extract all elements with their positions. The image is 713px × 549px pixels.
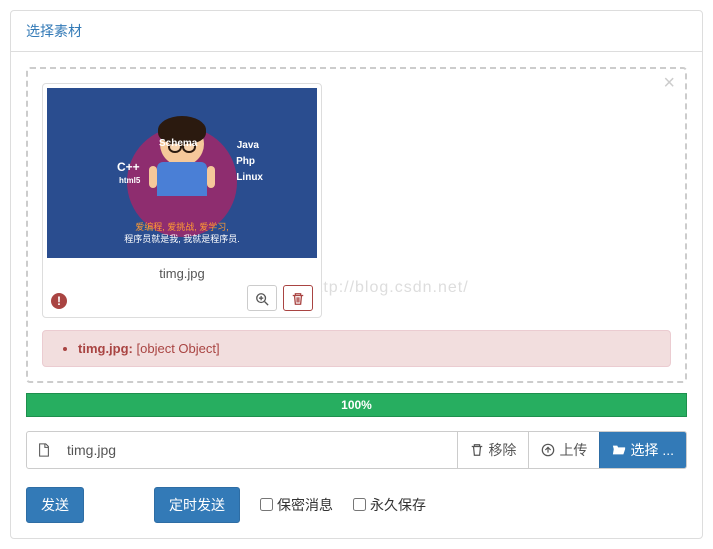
delete-button[interactable] xyxy=(283,285,313,311)
panel-title: 选择素材 xyxy=(11,11,702,52)
img-label: Linux xyxy=(236,172,263,183)
thumbnail-card: Schema Java C++ Php html5 Linux 爱编程, 爱挑战… xyxy=(42,83,322,318)
remove-button[interactable]: 移除 xyxy=(457,432,528,468)
upload-button[interactable]: 上传 xyxy=(528,432,599,468)
upload-dropzone[interactable]: × http://blog.csdn.net/ Schema Java C++ … xyxy=(26,67,687,383)
img-label: Java xyxy=(237,140,259,151)
material-panel: 选择素材 × http://blog.csdn.net/ Schema Java… xyxy=(10,10,703,539)
choose-label: 选择 ... xyxy=(630,440,674,460)
filename-input-group: 移除 上传 选择 ... xyxy=(26,431,687,469)
thumbnail-filename: timg.jpg xyxy=(47,258,317,285)
zoom-in-icon xyxy=(255,292,269,306)
trash-icon xyxy=(470,443,484,457)
upload-label: 上传 xyxy=(559,440,587,460)
send-button[interactable]: 发送 xyxy=(26,487,84,523)
panel-body: × http://blog.csdn.net/ Schema Java C++ … xyxy=(11,52,702,538)
filename-input[interactable] xyxy=(61,432,457,468)
schedule-send-button[interactable]: 定时发送 xyxy=(154,487,240,523)
trash-icon xyxy=(291,292,305,306)
warning-icon: ! xyxy=(51,293,67,309)
file-icon xyxy=(27,432,61,468)
forever-checkbox[interactable] xyxy=(353,498,366,511)
bottom-controls: 发送 定时发送 保密消息 永久保存 xyxy=(26,487,687,523)
forever-checkbox-label[interactable]: 永久保存 xyxy=(353,495,426,515)
thumbnail-actions xyxy=(47,285,317,313)
error-filename: timg.jpg: xyxy=(78,341,133,356)
img-label: C++ xyxy=(117,160,140,174)
img-label: Php xyxy=(236,156,255,167)
progress-text: 100% xyxy=(341,398,372,412)
remove-label: 移除 xyxy=(488,440,516,460)
close-icon[interactable]: × xyxy=(663,73,675,93)
watermark-text: http://blog.csdn.net/ xyxy=(308,279,469,297)
error-message: [object Object] xyxy=(137,341,220,356)
error-alert: timg.jpg: [object Object] xyxy=(42,330,671,367)
secret-checkbox-label[interactable]: 保密消息 xyxy=(260,495,333,515)
upload-icon xyxy=(541,443,555,457)
folder-open-icon xyxy=(612,443,626,457)
secret-text: 保密消息 xyxy=(277,495,333,515)
secret-checkbox[interactable] xyxy=(260,498,273,511)
thumbnail-image: Schema Java C++ Php html5 Linux 爱编程, 爱挑战… xyxy=(47,88,317,258)
img-label: html5 xyxy=(119,176,140,185)
forever-text: 永久保存 xyxy=(370,495,426,515)
img-caption: 爱编程, 爱挑战, 爱学习, 程序员就是我, 我就是程序员. xyxy=(47,221,317,246)
choose-button[interactable]: 选择 ... xyxy=(599,432,686,468)
zoom-in-button[interactable] xyxy=(247,285,277,311)
progress-bar: 100% xyxy=(26,393,687,417)
img-label: Schema xyxy=(159,138,197,149)
